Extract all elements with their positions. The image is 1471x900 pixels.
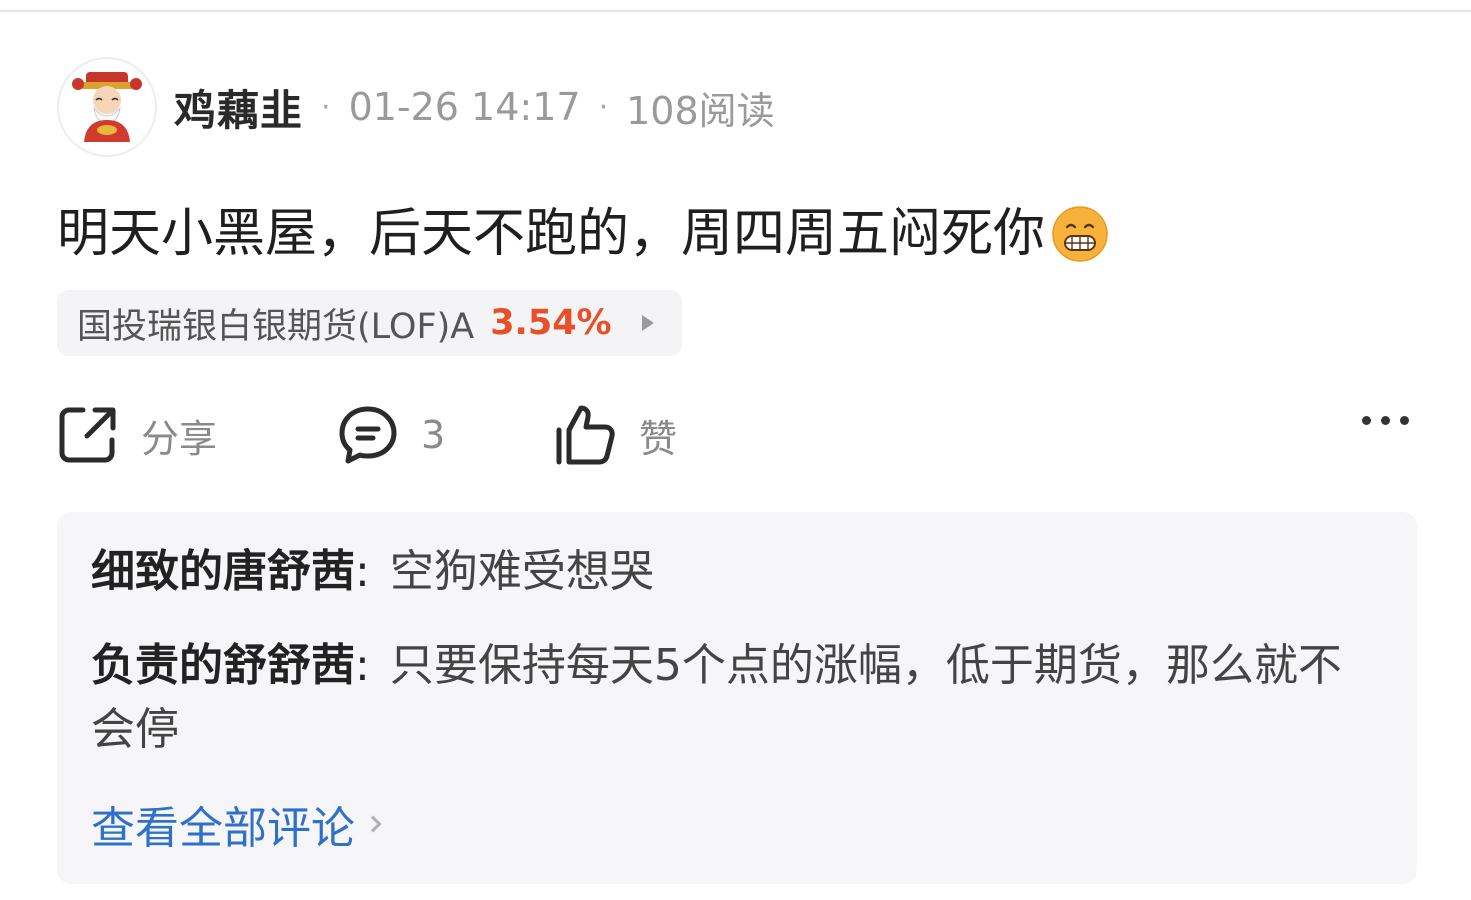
thumbs-up-icon: [556, 405, 615, 465]
more-icon: [1362, 416, 1371, 425]
comment-user[interactable]: 细致的唐舒茜: [91, 546, 355, 597]
chevron-right-icon: [364, 815, 382, 833]
comment-button[interactable]: 3: [337, 404, 553, 466]
post-card: 鸡藕韭 · 01-26 14:17 · 108阅读 明天小黑屋，后天不跑的，周四…: [57, 56, 1417, 884]
post-meta: · 01-26 14:17 · 108阅读: [303, 80, 775, 135]
more-icon: [1400, 416, 1409, 425]
action-bar: 分享 3 赞: [57, 402, 1417, 468]
more-icon: [1381, 416, 1390, 425]
comment-text: 空狗难受想哭: [389, 546, 654, 597]
comment-item[interactable]: 负责的舒舒茜: 只要保持每天5个点的涨幅，低于期货，那么就不会停: [91, 634, 1381, 762]
post-content[interactable]: 明天小黑屋，后天不跑的，周四周五闷死你: [57, 200, 1417, 268]
avatar[interactable]: [57, 57, 157, 157]
stock-change: 3.54%: [490, 303, 612, 343]
read-count: 108阅读: [626, 88, 775, 133]
post-header: 鸡藕韭 · 01-26 14:17 · 108阅读: [57, 56, 1417, 158]
share-label: 分享: [141, 416, 218, 461]
comment-item[interactable]: 细致的唐舒茜: 空狗难受想哭: [91, 540, 1381, 604]
comment-colon: :: [355, 640, 370, 691]
meta-separator: ·: [321, 89, 331, 125]
comment-user[interactable]: 负责的舒舒茜: [91, 640, 355, 691]
avatar-icon: [72, 72, 142, 142]
comment-count: 3: [421, 413, 446, 457]
view-all-comments-link[interactable]: 查看全部评论: [91, 792, 1381, 856]
stock-chip[interactable]: 国投瑞银白银期货(LOF)A 3.54%: [57, 290, 682, 356]
comments-preview[interactable]: 细致的唐舒茜: 空狗难受想哭 负责的舒舒茜: 只要保持每天5个点的涨幅，低于期货，那…: [57, 512, 1417, 884]
author-name[interactable]: 鸡藕韭: [174, 77, 303, 138]
like-button[interactable]: 赞: [553, 404, 677, 466]
share-button[interactable]: 分享: [57, 404, 337, 466]
view-all-label: 查看全部评论: [91, 803, 355, 854]
chip-arrow-icon: [641, 315, 654, 331]
post-text: 明天小黑屋，后天不跑的，周四周五闷死你: [57, 204, 1046, 264]
stock-name: 国投瑞银白银期货(LOF)A: [77, 306, 475, 347]
comment-colon: :: [355, 546, 370, 597]
comment-icon: [339, 406, 397, 464]
meta-separator: ·: [598, 89, 609, 125]
more-button[interactable]: [1362, 416, 1409, 425]
post-date: 01-26 14:17: [348, 85, 581, 129]
grimace-emoji-icon: [1052, 206, 1108, 262]
top-divider: [0, 10, 1471, 12]
like-label: 赞: [639, 416, 678, 461]
share-icon: [59, 407, 116, 463]
